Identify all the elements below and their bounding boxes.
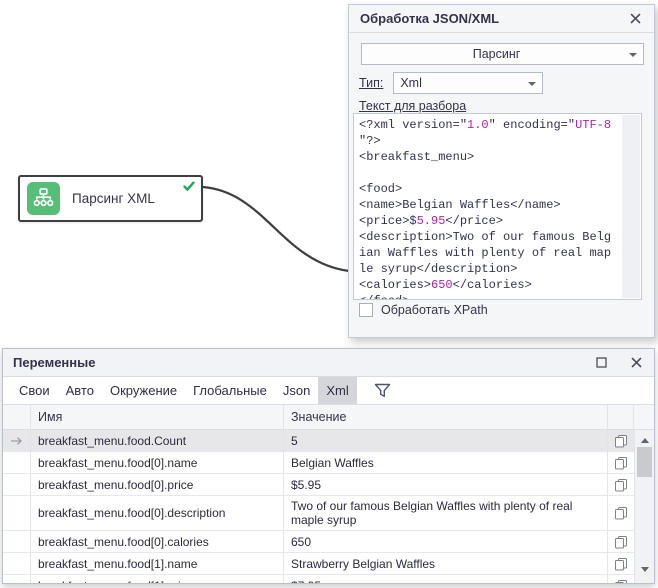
- scrollbar-thumb[interactable]: [637, 447, 652, 477]
- xml-code-line: </food>: [359, 293, 641, 300]
- tab-глобальные[interactable]: Глобальные: [185, 377, 275, 404]
- type-select[interactable]: Xml: [393, 72, 543, 94]
- tab-авто[interactable]: Авто: [58, 377, 102, 404]
- row-gutter: [3, 531, 31, 552]
- node-label: Парсинг XML: [72, 191, 155, 206]
- variable-value[interactable]: Belgian Waffles: [284, 452, 608, 473]
- parse-text-label: Текст для разбора: [359, 99, 466, 113]
- close-icon[interactable]: [629, 355, 644, 370]
- table-scrollbar[interactable]: [634, 430, 654, 583]
- sitemap-icon: [27, 182, 60, 215]
- variable-row[interactable]: breakfast_menu.food[1].price$7.95: [3, 575, 636, 583]
- tab-xml[interactable]: Xml: [318, 377, 356, 404]
- tab-окружение[interactable]: Окружение: [102, 377, 185, 404]
- variable-row[interactable]: breakfast_menu.food[0].calories650: [3, 531, 636, 553]
- variable-row[interactable]: breakfast_menu.food[0].nameBelgian Waffl…: [3, 452, 636, 474]
- xml-code-line: <price>$5.95</price>: [359, 213, 641, 229]
- close-icon[interactable]: [628, 11, 643, 26]
- row-gutter: [3, 452, 31, 473]
- scroll-down-icon[interactable]: [635, 561, 654, 577]
- xml-code-line: <breakfast_menu>: [359, 149, 641, 165]
- variables-table-header: Имя Значение: [3, 404, 654, 430]
- variables-panel-header: Переменные: [3, 349, 654, 377]
- xml-code-line: <description>Two of our famous Belg: [359, 229, 641, 245]
- xpath-option-row: Обработать XPath: [359, 303, 488, 317]
- value-column-header[interactable]: Значение: [284, 405, 608, 429]
- row-gutter: [3, 496, 31, 530]
- chevron-down-icon: [629, 53, 637, 57]
- type-select-value: Xml: [400, 76, 422, 90]
- copy-icon[interactable]: [608, 553, 634, 574]
- success-check-icon: [183, 181, 195, 192]
- xml-source-editor[interactable]: <?xml version="1.0" encoding="UTF-8"?><b…: [353, 113, 642, 300]
- xml-source-text: <?xml version="1.0" encoding="UTF-8"?><b…: [359, 117, 641, 300]
- variable-value[interactable]: $5.95: [284, 474, 608, 495]
- scroll-up-icon[interactable]: [635, 432, 654, 448]
- properties-panel-header: Обработка JSON/XML: [349, 5, 654, 33]
- copy-icon[interactable]: [608, 430, 634, 451]
- variable-row[interactable]: breakfast_menu.food[1].nameStrawberry Be…: [3, 553, 636, 575]
- copy-icon[interactable]: [608, 452, 634, 473]
- xml-code-line: <food>: [359, 181, 641, 197]
- variable-value[interactable]: 650: [284, 531, 608, 552]
- variable-value[interactable]: 5: [284, 430, 608, 451]
- editor-scrollbar[interactable]: [622, 115, 640, 298]
- variable-name[interactable]: breakfast_menu.food.Count: [31, 430, 284, 451]
- xpath-checkbox-label: Обработать XPath: [381, 303, 488, 317]
- properties-panel: Обработка JSON/XML Парсинг Тип: Xml Текс…: [348, 4, 655, 338]
- variable-value[interactable]: Strawberry Belgian Waffles: [284, 553, 608, 574]
- action-select-value: Парсинг: [473, 47, 521, 61]
- variable-name[interactable]: breakfast_menu.food[1].price: [31, 575, 284, 583]
- variable-value[interactable]: Two of our famous Belgian Waffles with p…: [284, 496, 608, 530]
- copy-icon[interactable]: [608, 575, 634, 583]
- copy-column-header: [608, 405, 634, 429]
- tab-свои[interactable]: Свои: [11, 377, 58, 404]
- row-gutter: [3, 474, 31, 495]
- xml-code-line: le syrup</description>: [359, 261, 641, 277]
- variables-tab-bar: СвоиАвтоОкружениеГлобальныеJsonXml: [3, 377, 654, 404]
- xml-code-line: [359, 165, 641, 181]
- tab-json[interactable]: Json: [275, 377, 318, 404]
- variable-name[interactable]: breakfast_menu.food[0].name: [31, 452, 284, 473]
- row-gutter: [3, 575, 31, 583]
- variable-name[interactable]: breakfast_menu.food[0].price: [31, 474, 284, 495]
- type-label: Тип:: [359, 76, 383, 90]
- variable-row[interactable]: breakfast_menu.food.Count5: [3, 430, 636, 452]
- variable-value[interactable]: $7.95: [284, 575, 608, 583]
- chevron-down-icon: [528, 82, 536, 86]
- current-row-arrow-icon: [3, 430, 31, 451]
- copy-icon[interactable]: [608, 496, 634, 530]
- filter-icon[interactable]: [372, 381, 393, 400]
- flow-node-parsing-xml[interactable]: Парсинг XML: [18, 175, 203, 222]
- xml-code-line: <calories>650</calories>: [359, 277, 641, 293]
- variable-row[interactable]: breakfast_menu.food[0].price$5.95: [3, 474, 636, 496]
- action-select[interactable]: Парсинг: [361, 43, 644, 65]
- workflow-canvas[interactable]: Парсинг XML Обработка JSON/XML Парсинг Т…: [0, 0, 658, 588]
- row-gutter: [3, 553, 31, 574]
- copy-icon[interactable]: [608, 531, 634, 552]
- variable-row[interactable]: breakfast_menu.food[0].descriptionTwo of…: [3, 496, 636, 531]
- xml-code-line: <name>Belgian Waffles</name>: [359, 197, 641, 213]
- copy-icon[interactable]: [608, 474, 634, 495]
- maximize-icon[interactable]: [594, 355, 609, 370]
- xml-code-line: "?>: [359, 133, 641, 149]
- xml-code-line: ian Waffles with plenty of real map: [359, 245, 641, 261]
- name-column-header[interactable]: Имя: [31, 405, 284, 429]
- variable-name[interactable]: breakfast_menu.food[0].description: [31, 496, 284, 530]
- xml-code-line: <?xml version="1.0" encoding="UTF-8: [359, 117, 641, 133]
- gutter-header-cell: [3, 405, 31, 429]
- variables-panel: Переменные СвоиАвтоОкружениеГлобальныеJs…: [2, 348, 655, 584]
- variables-panel-title: Переменные: [13, 355, 574, 370]
- properties-panel-title: Обработка JSON/XML: [360, 11, 628, 26]
- variable-name[interactable]: breakfast_menu.food[1].name: [31, 553, 284, 574]
- xpath-checkbox[interactable]: [359, 303, 373, 317]
- variable-name[interactable]: breakfast_menu.food[0].calories: [31, 531, 284, 552]
- variables-table-body: breakfast_menu.food.Count5breakfast_menu…: [3, 430, 654, 583]
